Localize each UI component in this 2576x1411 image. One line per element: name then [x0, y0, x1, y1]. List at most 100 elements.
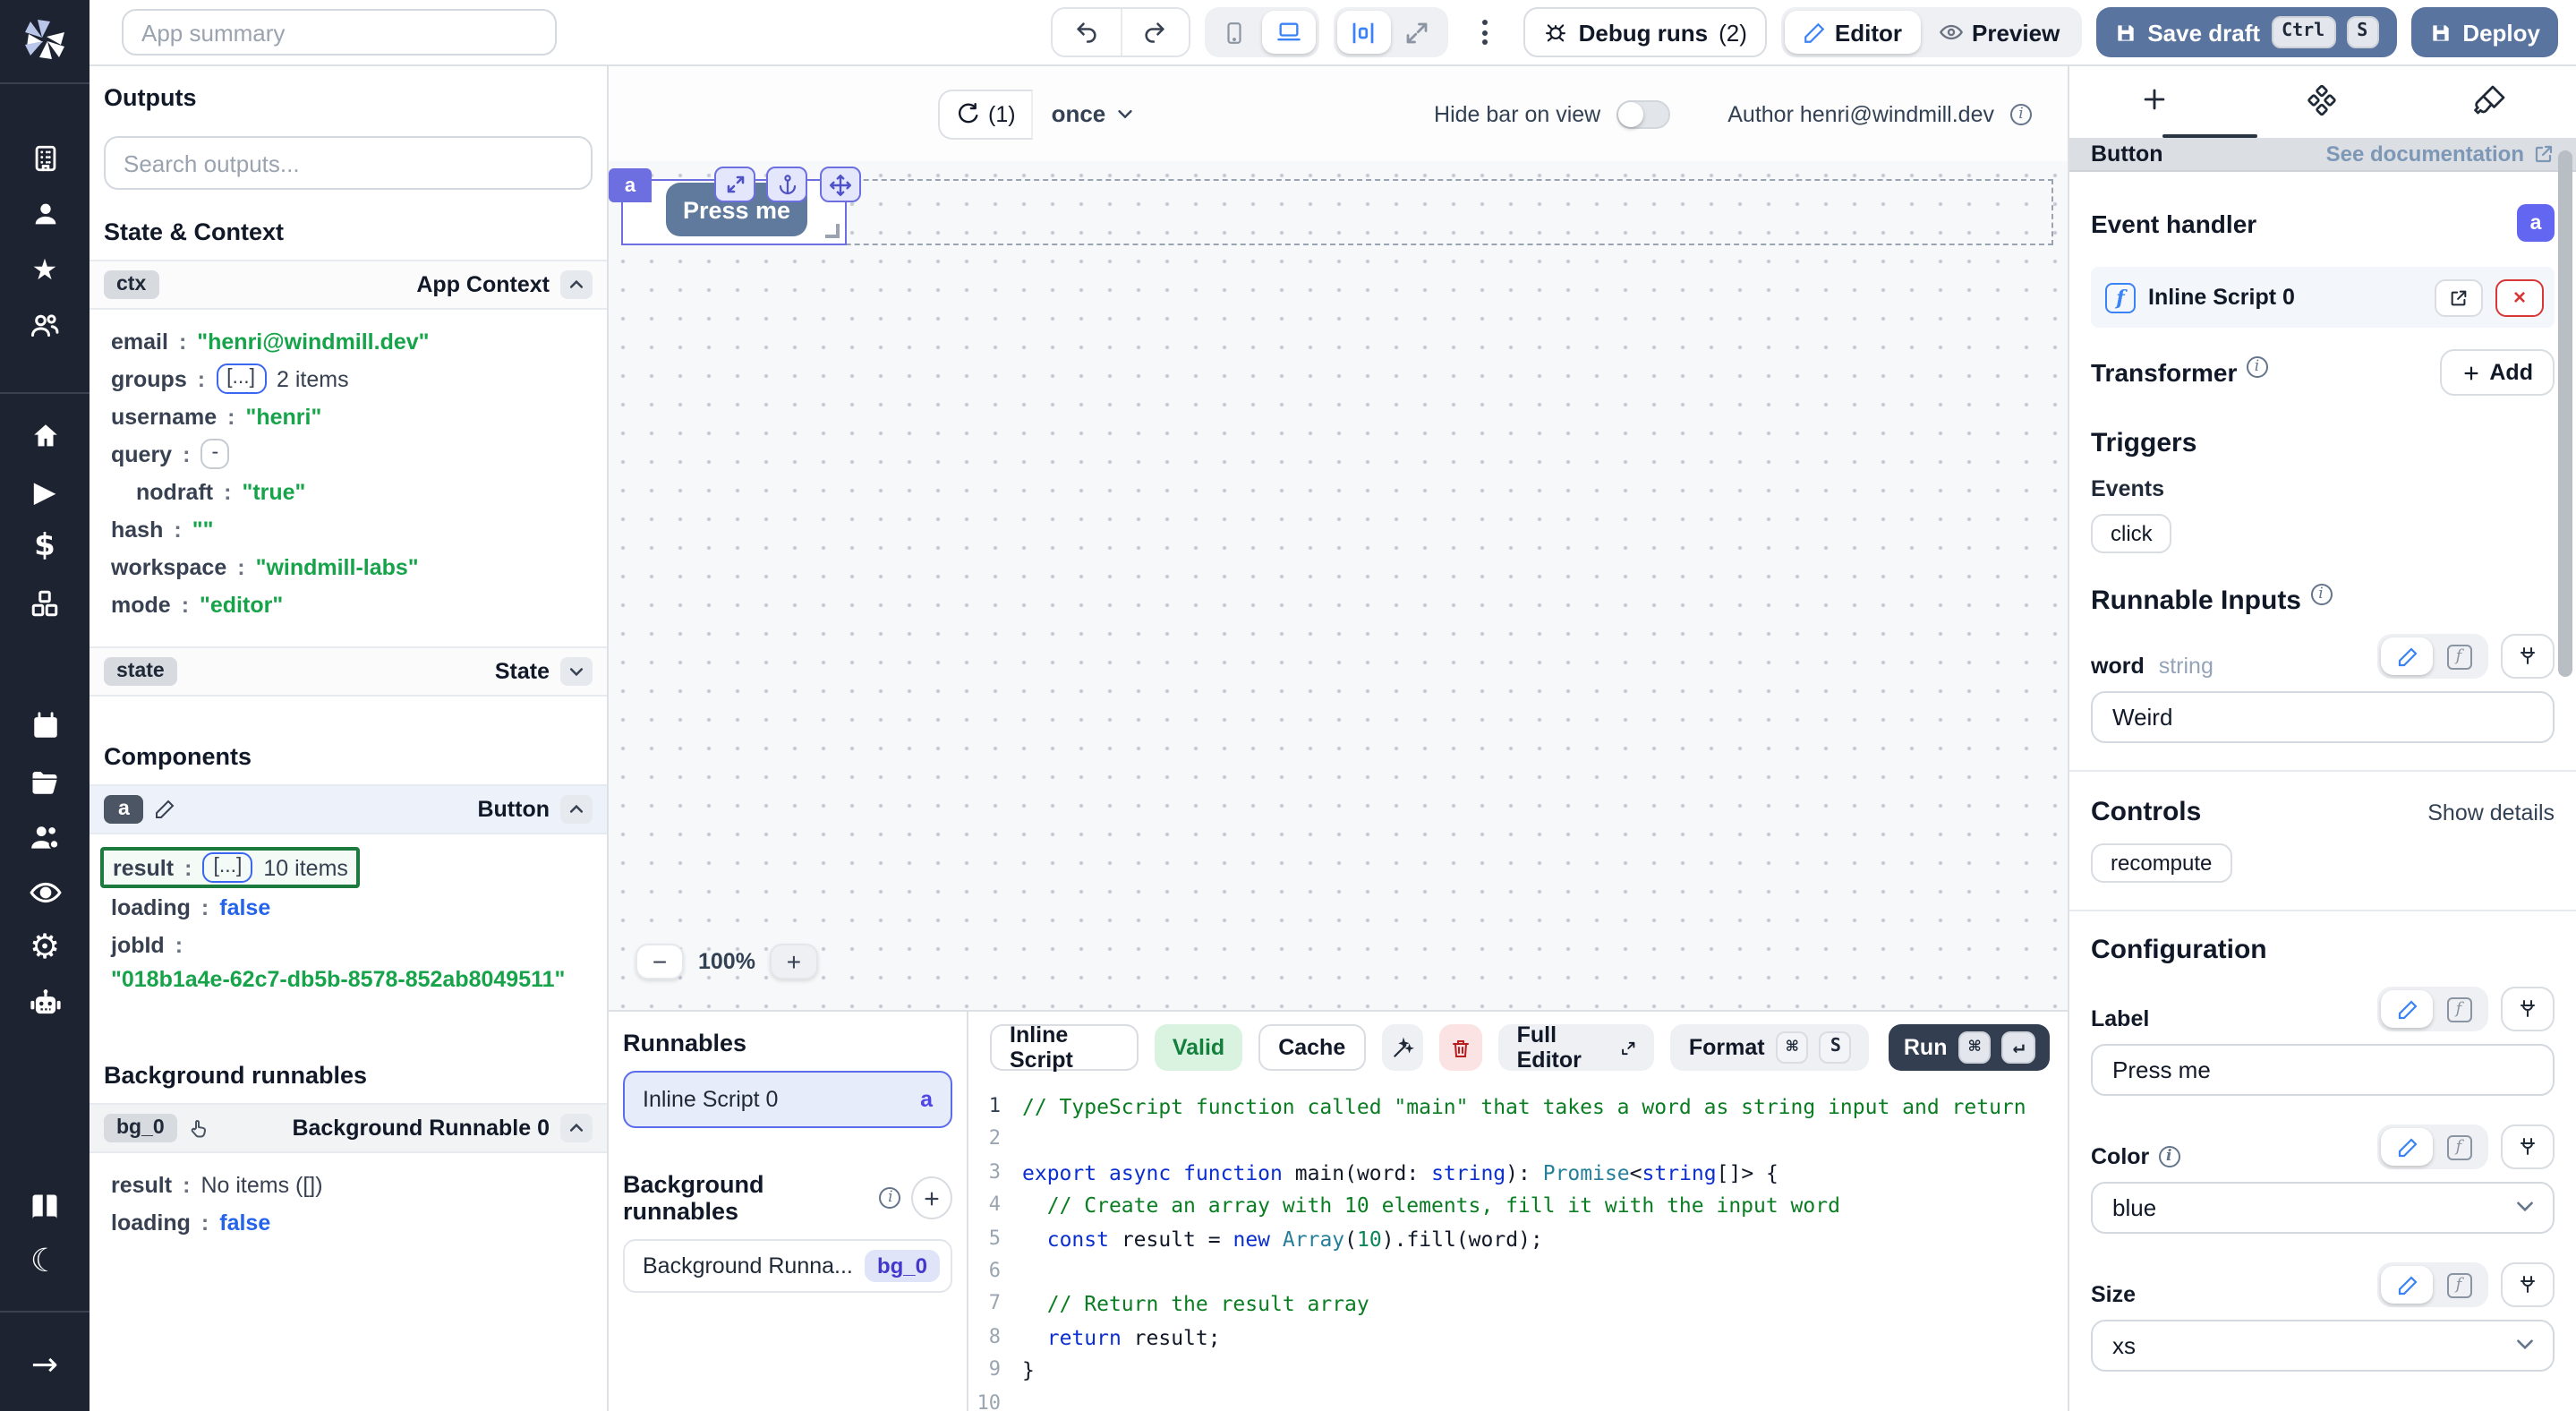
rename-pencil-icon[interactable]	[155, 799, 176, 820]
schedule-mode-dropdown[interactable]: once	[1052, 100, 1135, 127]
component-id-tag[interactable]: a	[609, 168, 652, 202]
open-script-button[interactable]	[2435, 278, 2483, 316]
more-menu-button[interactable]	[1470, 20, 1502, 45]
refresh-button[interactable]: (1)	[938, 89, 1034, 139]
info-icon[interactable]: i	[880, 1187, 901, 1209]
code-area[interactable]: 1// TypeScript function called "main" th…	[968, 1083, 2068, 1411]
add-bg-runnable-button[interactable]	[912, 1176, 952, 1219]
expression-value-button[interactable]: f	[2433, 990, 2485, 1028]
label-value-input[interactable]	[2091, 1044, 2555, 1096]
canvas-grid[interactable]: Press me a	[609, 161, 2068, 1010]
connect-plug-button[interactable]	[2501, 1125, 2555, 1169]
zoom-out-button[interactable]: −	[635, 944, 684, 979]
ai-wand-button[interactable]	[1381, 1024, 1424, 1071]
hide-bar-toggle[interactable]	[1616, 99, 1670, 128]
user-icon[interactable]	[0, 186, 90, 242]
cache-button[interactable]: Cache	[1258, 1024, 1365, 1071]
expand-array-chip[interactable]: [...]	[202, 852, 252, 883]
event-handler-script-row[interactable]: f Inline Script 0 ×	[2091, 267, 2555, 328]
component-a-header-row[interactable]: a Button	[90, 784, 607, 834]
fullscreen-canvas-button[interactable]	[1391, 11, 1445, 54]
undo-button[interactable]	[1053, 9, 1121, 56]
state-header-row[interactable]: state State	[90, 646, 607, 697]
save-draft-button[interactable]: Save draft Ctrl S	[2095, 7, 2396, 57]
expand-component-handle[interactable]	[714, 167, 755, 202]
zoom-in-button[interactable]: +	[770, 944, 818, 979]
folders-icon[interactable]	[0, 754, 90, 809]
function-icon: f	[2105, 282, 2136, 312]
chevron-up-icon[interactable]	[560, 270, 593, 299]
inline-script-tab[interactable]: Inline Script	[990, 1024, 1139, 1071]
app-summary-input[interactable]	[122, 9, 557, 56]
color-select[interactable]: blue	[2091, 1182, 2555, 1234]
size-select[interactable]: xs	[2091, 1320, 2555, 1372]
schedules-calendar-icon[interactable]	[0, 698, 90, 754]
editor-tab[interactable]: Editor	[1785, 11, 1920, 54]
expression-value-button[interactable]: f	[2433, 1128, 2485, 1166]
tab-insert-component[interactable]	[2069, 84, 2238, 115]
expand-chip[interactable]: -	[200, 439, 229, 469]
info-icon[interactable]: i	[2310, 583, 2332, 604]
connect-plug-button[interactable]	[2501, 987, 2555, 1031]
format-button[interactable]: Format ⌘ S	[1671, 1024, 1870, 1071]
center-canvas-button[interactable]	[1337, 11, 1391, 54]
settings-gear-icon[interactable]: ⚙	[0, 920, 90, 976]
bg-runnable-item-0[interactable]: Background Runna... bg_0	[623, 1239, 952, 1293]
bg0-badge: bg_0	[104, 1114, 177, 1142]
resize-handle[interactable]	[825, 224, 840, 238]
dark-mode-moon-icon[interactable]: ☾	[0, 1234, 90, 1289]
transformer-title: Transformer	[2091, 358, 2237, 387]
chevron-up-icon[interactable]	[560, 1114, 593, 1142]
search-outputs-input[interactable]	[104, 136, 593, 190]
ctx-header-row[interactable]: ctx App Context	[90, 260, 607, 310]
expand-chip[interactable]: [...]	[216, 363, 266, 394]
static-value-button[interactable]	[2381, 1266, 2433, 1304]
home-icon[interactable]	[0, 408, 90, 464]
run-button[interactable]: Run ⌘ ↵	[1889, 1024, 2050, 1071]
groups-admin-icon[interactable]	[0, 809, 90, 865]
static-value-button[interactable]	[2381, 990, 2433, 1028]
expand-rail-arrow-icon[interactable]: →	[0, 1338, 90, 1393]
runs-play-icon[interactable]: ▶	[0, 464, 90, 519]
preview-tab[interactable]: Preview	[1920, 11, 2077, 54]
info-icon[interactable]: i	[2010, 103, 2032, 124]
word-value-input[interactable]	[2091, 691, 2555, 743]
ai-robot-icon[interactable]	[0, 976, 90, 1031]
audit-eye-icon[interactable]	[0, 865, 90, 920]
debug-runs-button[interactable]: Debug runs (2)	[1523, 7, 1767, 57]
runnable-item-inline-script-0[interactable]: Inline Script 0 a	[623, 1071, 952, 1128]
variables-dollar-icon[interactable]: $	[0, 519, 90, 575]
delete-script-button[interactable]	[1440, 1024, 1483, 1071]
expression-value-button[interactable]: f	[2433, 1266, 2485, 1304]
favorites-star-icon[interactable]: ★	[0, 242, 90, 297]
tab-component-settings[interactable]	[2238, 84, 2406, 116]
show-details-link[interactable]: Show details	[2427, 800, 2555, 825]
docs-book-icon[interactable]	[0, 1178, 90, 1234]
bg0-header-row[interactable]: bg_0 Background Runnable 0	[90, 1103, 607, 1153]
remove-script-button[interactable]: ×	[2495, 278, 2544, 316]
connect-plug-button[interactable]	[2501, 634, 2555, 679]
redo-button[interactable]	[1121, 9, 1189, 56]
connect-plug-button[interactable]	[2501, 1262, 2555, 1307]
desktop-view-button[interactable]	[1262, 11, 1316, 54]
groups-icon[interactable]	[0, 297, 90, 353]
expression-value-button[interactable]: f	[2433, 637, 2485, 675]
tab-styling[interactable]	[2406, 84, 2574, 116]
deploy-button[interactable]: Deploy	[2410, 7, 2558, 57]
move-component-handle[interactable]	[820, 167, 861, 202]
static-value-button[interactable]	[2381, 637, 2433, 675]
static-value-button[interactable]	[2381, 1128, 2433, 1166]
windmill-logo-icon[interactable]	[21, 16, 68, 68]
see-documentation-link[interactable]: See documentation	[2326, 141, 2555, 167]
info-icon[interactable]: i	[2246, 356, 2267, 378]
add-transformer-button[interactable]: Add	[2439, 349, 2555, 396]
scrollbar-thumb[interactable]	[2558, 150, 2572, 677]
info-icon[interactable]: i	[2158, 1146, 2179, 1167]
mobile-view-button[interactable]	[1208, 11, 1262, 54]
full-editor-button[interactable]: Full Editor	[1499, 1024, 1655, 1071]
chevron-down-icon[interactable]	[560, 657, 593, 686]
workspace-icon[interactable]	[0, 131, 90, 186]
anchor-component-handle[interactable]	[766, 167, 807, 202]
resources-boxes-icon[interactable]	[0, 575, 90, 630]
chevron-up-icon[interactable]	[560, 795, 593, 824]
